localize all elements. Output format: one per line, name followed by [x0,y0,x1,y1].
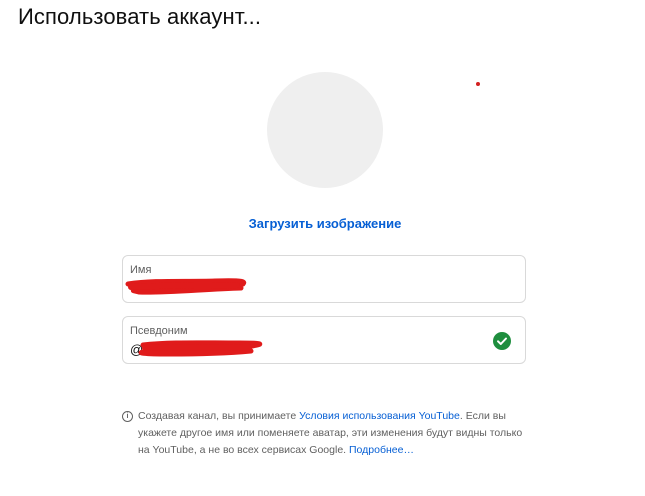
dialog-title: Использовать аккаунт... [18,4,262,29]
terms-notice: i Создавая канал, вы принимаете Условия … [122,408,532,459]
handle-field[interactable]: Псевдоним @ [122,316,526,364]
redaction-scribble [138,340,262,357]
check-circle-icon [493,332,511,350]
create-channel-dialog: Использовать аккаунт... Загрузить изобра… [0,0,645,496]
terms-notice-text: Создавая канал, вы принимаете Условия ис… [122,408,532,459]
upload-image-link[interactable]: Загрузить изображение [0,216,645,231]
handle-field-label: Псевдоним [130,325,188,337]
red-dot-mark [476,82,480,86]
learn-more-link[interactable]: Подробнее… [349,444,414,456]
redaction-scribble [125,278,247,295]
avatar-placeholder[interactable] [267,72,383,188]
terms-link[interactable]: Условия использования YouTube [299,410,460,422]
name-field[interactable]: Имя [122,255,526,303]
info-icon: i [122,411,133,422]
notice-text-before: Создавая канал, вы принимаете [138,410,300,422]
